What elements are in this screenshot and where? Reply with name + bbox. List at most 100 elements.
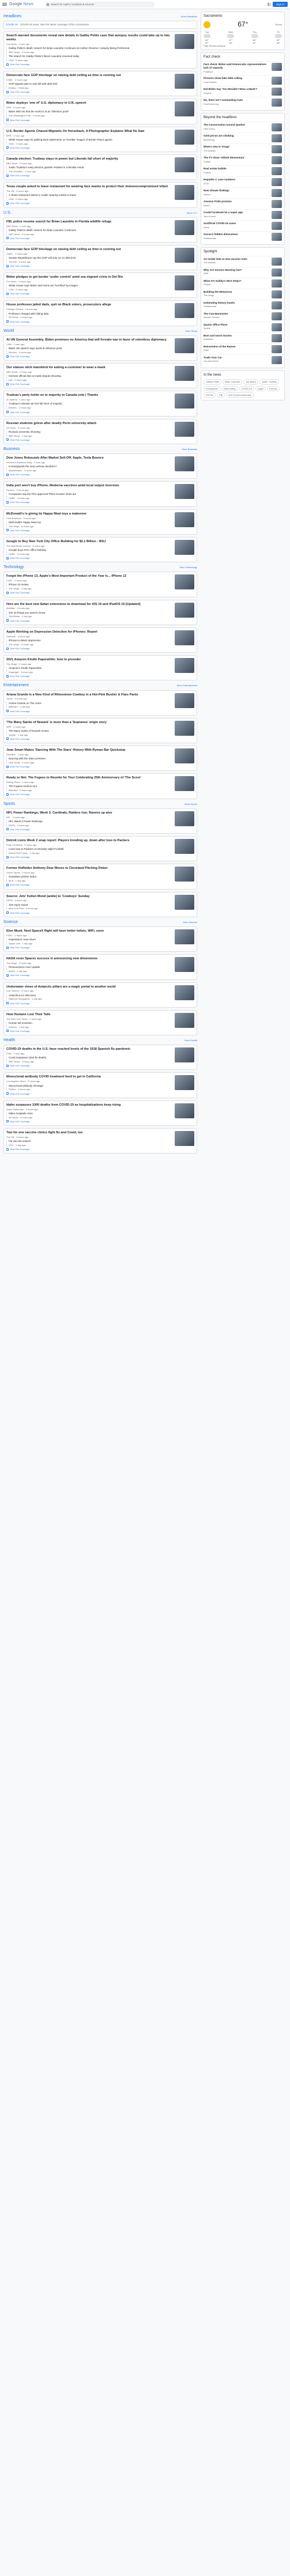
related-article[interactable]: Jets injury report New York Post · 6 hour… — [9, 903, 172, 910]
source-name[interactable]: MarketWatch — [9, 469, 22, 472]
article-thumbnail[interactable] — [175, 748, 194, 764]
source-name[interactable]: NBC News — [9, 1060, 20, 1063]
beyond-headlines-card-item[interactable]: What's new in 'Kings' The Atlantic — [204, 143, 282, 154]
lead-article[interactable]: Search warrant documents reveal new deta… — [6, 33, 194, 66]
related-headline[interactable]: Russian university shooting — [9, 430, 172, 434]
article-headline[interactable]: Monoclonal antibody COVID treatment hard… — [6, 1075, 172, 1079]
article-headline[interactable]: Ready or Not: The Fugees to Reunite for … — [6, 776, 172, 780]
item-thumbnail[interactable] — [272, 177, 282, 186]
full-coverage-link[interactable]: View Full Coverage — [6, 946, 172, 949]
item-thumbnail[interactable] — [272, 88, 282, 96]
source-name[interactable]: Billboard — [9, 705, 18, 708]
item-thumbnail[interactable] — [272, 355, 282, 364]
source-name[interactable]: Pride Of Detroit — [6, 843, 22, 846]
article-thumbnail[interactable] — [175, 421, 194, 437]
item-headline[interactable]: Trade Your Car — [204, 356, 270, 360]
article-thumbnail[interactable] — [175, 867, 194, 882]
source-name[interactable]: DW — [9, 379, 13, 381]
source-name[interactable]: The Washington Post — [9, 114, 31, 117]
article-headline[interactable]: Biden pledges to get border 'under contr… — [6, 275, 172, 279]
full-coverage-link[interactable]: View Full Coverage — [6, 119, 172, 122]
full-coverage-link[interactable]: View Full Coverage — [6, 501, 172, 504]
weather-card[interactable]: Sacramento 67° Sunny Tue 86° 57° Wed 87° 58° Thu 8… — [201, 12, 285, 51]
item-headline[interactable]: Unofficial COVID-19 cases — [204, 222, 270, 225]
related-article[interactable]: Gabby Petito's death: Search for Brian L… — [9, 47, 172, 54]
source-name[interactable]: NPR — [6, 725, 11, 728]
related-headline[interactable]: Google buys NYC office building — [9, 549, 172, 552]
article-thumbnail[interactable] — [175, 602, 194, 618]
related-headline[interactable]: A Texas restaurant asked a couple wearin… — [9, 194, 172, 197]
full-coverage-link[interactable]: View Full Coverage — [6, 1092, 172, 1095]
article-thumbnail[interactable] — [175, 185, 194, 201]
item-thumbnail[interactable] — [272, 232, 282, 241]
article-headline[interactable]: Ariana Grande Is a New Kind of Rhineston… — [6, 693, 172, 697]
source-name[interactable]: ESPN — [9, 824, 15, 827]
item-headline[interactable]: Did Biden Say 'You Wouldn't Wear a Mask'… — [204, 88, 270, 91]
related-article[interactable]: Biden UN speech says world at inflection… — [9, 347, 172, 354]
item-thumbnail[interactable] — [272, 312, 282, 320]
full-coverage-link[interactable]: View Full Coverage — [6, 675, 172, 678]
article-thumbnail[interactable] — [175, 220, 194, 235]
source-name[interactable]: BBC News — [6, 370, 17, 373]
source-name[interactable]: Fox News — [6, 43, 17, 46]
spotlight-card-item[interactable]: Reinvention of the Ramen Eater — [204, 343, 282, 354]
lead-article[interactable]: Jean Smart Makes 'Dancing With The Stars… — [6, 748, 194, 768]
related-article[interactable]: A Texas restaurant asked a couple wearin… — [9, 194, 172, 201]
google-news-logo[interactable]: Google News — [9, 2, 33, 7]
topic-chip[interactable]: UN General Assembly — [226, 392, 254, 398]
article-thumbnail[interactable] — [175, 985, 194, 1000]
lead-article[interactable]: Biden deploys 'one of' U.S. diplomacy in… — [6, 101, 194, 122]
lead-article[interactable]: Here are the best new Safari extensions … — [6, 602, 194, 622]
full-coverage-link[interactable]: View Full Coverage — [6, 174, 172, 177]
article-headline[interactable]: Our statues stick mannkind for asking a … — [6, 366, 172, 370]
article-thumbnail[interactable] — [175, 1075, 194, 1091]
more-link[interactable]: More Health — [184, 1039, 197, 1042]
full-coverage-link[interactable]: View Full Coverage — [6, 856, 172, 858]
more-link[interactable]: More Headlines — [181, 15, 197, 18]
article-thumbnail[interactable] — [175, 1047, 194, 1063]
item-headline[interactable]: No, there isn't outstanding Gate — [204, 99, 270, 102]
source-name[interactable]: CNN — [6, 343, 12, 346]
item-headline[interactable]: Amazon Pride promise — [204, 200, 270, 203]
item-thumbnail[interactable] — [272, 323, 282, 331]
related-article[interactable]: iPhone to detect depression The Verge · 5… — [9, 639, 172, 646]
item-thumbnail[interactable] — [272, 99, 282, 107]
more-link[interactable]: More Entertainment — [177, 684, 197, 687]
article-thumbnail[interactable] — [175, 303, 194, 319]
topic-chip[interactable]: Evergrande — [204, 385, 220, 391]
section-title[interactable]: Headlines — [3, 14, 21, 19]
item-headline[interactable]: Ocean's hidden dimensions — [204, 233, 270, 236]
related-headline[interactable]: iPhone to detect depression — [9, 639, 172, 642]
full-coverage-link[interactable]: View Full Coverage — [6, 320, 172, 323]
spotlight-card-item[interactable]: Best and worst movies IndieWire — [204, 332, 282, 343]
full-coverage-link[interactable]: View Full Coverage — [6, 647, 172, 650]
item-headline[interactable]: Real estate bubble — [204, 167, 270, 171]
item-thumbnail[interactable] — [272, 188, 282, 197]
topic-chip[interactable]: Emmys — [267, 385, 280, 391]
source-name[interactable]: Idaho Statesman — [6, 1108, 24, 1111]
item-headline[interactable]: Could Facebook be a super app — [204, 211, 270, 214]
item-thumbnail[interactable] — [272, 257, 282, 266]
item-headline[interactable]: New climate findings — [204, 189, 270, 192]
fact-check-card-item[interactable]: Did Biden Say 'You Wouldn't Wear a Mask'… — [204, 86, 282, 97]
spotlight-card-item[interactable]: An inside look at new vaccine rules The A… — [204, 255, 282, 267]
item-thumbnail[interactable] — [272, 145, 282, 153]
source-name[interactable]: Fox News — [6, 280, 17, 283]
related-article[interactable]: Human tail evolution Science · 1 day ago — [9, 1022, 172, 1028]
lead-article[interactable]: Apple Working on Depression Detection fo… — [6, 630, 194, 650]
source-name[interactable]: Politico — [9, 1088, 16, 1091]
topic-chip[interactable]: Gabby Petito — [204, 379, 222, 385]
source-name[interactable]: CDC — [9, 1144, 14, 1147]
source-name[interactable]: Reuters — [6, 489, 14, 491]
source-name[interactable]: The Guardian — [9, 170, 22, 173]
related-article[interactable]: Google buys NYC office building CNBC · 5 … — [9, 549, 172, 555]
lead-article[interactable]: Forget the iPhone 13, Apple's Most Impor… — [6, 574, 194, 594]
source-name[interactable]: Al Jazeera — [6, 398, 17, 401]
section-title[interactable]: Entertainment — [3, 683, 29, 688]
source-name[interactable]: Deadline — [6, 753, 16, 756]
related-headline[interactable]: iOS 15 things you need to know — [9, 611, 172, 615]
beyond-headlines-card-item[interactable]: The TV show 'Abbott Elementary' Vulture — [204, 154, 282, 165]
more-link[interactable]: More Sports — [184, 803, 197, 805]
fact-check-card-item[interactable]: No, there isn't outstanding Gate FactChec… — [204, 97, 282, 108]
source-name[interactable]: CNET — [6, 934, 13, 937]
